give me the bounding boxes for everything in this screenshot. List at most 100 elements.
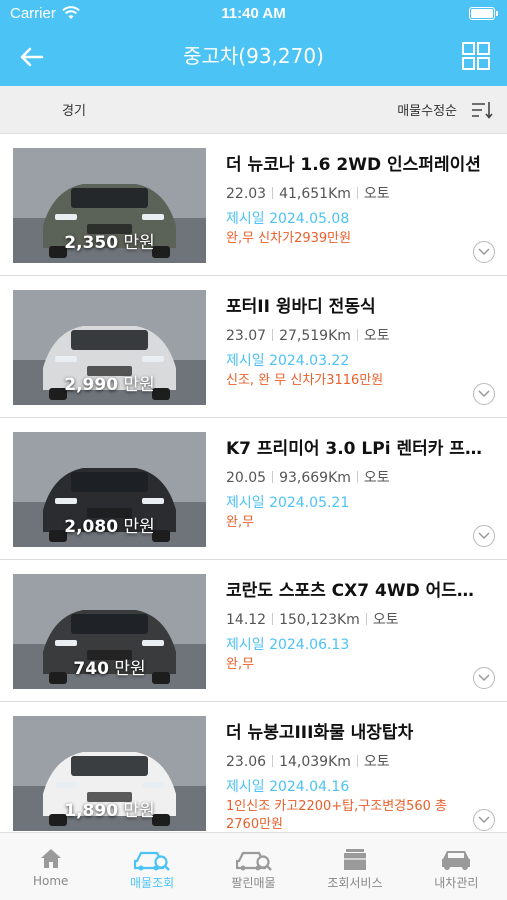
sort-selector[interactable]: 매물수정순: [397, 100, 457, 119]
car-mileage: 93,669Km: [279, 470, 351, 486]
spec-divider: [272, 329, 274, 341]
filter-bar: 경기 매물수정순: [0, 86, 507, 134]
region-filter[interactable]: 경기: [62, 100, 86, 119]
car-search-icon: [134, 851, 170, 871]
car-year: 22.03: [226, 186, 267, 202]
car-year: 23.07: [226, 328, 267, 344]
spec-divider: [272, 755, 274, 767]
car-photo[interactable]: 1,890 만원: [13, 716, 206, 831]
car-list-item[interactable]: 2,080 만원 K7 프리미어 3.0 LPi 렌터카 프레스티지 20.05…: [0, 418, 507, 560]
tab-label: 팔린매물: [231, 876, 276, 890]
spec-divider: [272, 471, 274, 483]
car-mileage: 41,651Km: [279, 186, 351, 202]
spec-divider: [356, 187, 358, 199]
spec-divider: [356, 755, 358, 767]
app-header: Carrier 11:40 AM 중고차(93,270): [0, 0, 507, 86]
car-specs: 20.05 93,669Km 오토: [226, 467, 390, 487]
car-list-item[interactable]: 2,350 만원 더 뉴코나 1.6 2WD 인스퍼레이션 22.03 41,65…: [0, 134, 507, 276]
expand-button[interactable]: [473, 383, 495, 405]
listing-note: 1인신조 카고2200+탑,구조변경560 총2760만원: [226, 799, 448, 832]
car-name[interactable]: 코란도 스포츠 CX7 4WD 어드벤처: [226, 576, 488, 601]
price-unit: 만원: [123, 801, 155, 821]
expand-button[interactable]: [473, 525, 495, 547]
status-bar: Carrier 11:40 AM: [0, 0, 507, 28]
car-year: 23.06: [226, 754, 267, 770]
sort-icon[interactable]: [471, 100, 493, 120]
tab-label: 매물조회: [130, 876, 175, 890]
price-label: 2,080 만원: [13, 512, 206, 537]
my-car-icon: [442, 851, 471, 870]
price-unit: 만원: [123, 517, 155, 537]
car-photo[interactable]: 740 만원: [13, 574, 206, 689]
expand-button[interactable]: [473, 667, 495, 689]
car-mileage: 27,519Km: [279, 328, 351, 344]
car-list: 2,350 만원 더 뉴코나 1.6 2WD 인스퍼레이션 22.03 41,65…: [0, 134, 507, 832]
expand-button[interactable]: [473, 809, 495, 831]
price-value: 1,890: [64, 801, 119, 821]
car-list-item[interactable]: 740 만원 코란도 스포츠 CX7 4WD 어드벤처 14.12 150,123…: [0, 560, 507, 702]
price-value: 2,080: [64, 517, 119, 537]
price-value: 740: [73, 659, 109, 679]
car-name[interactable]: 더 뉴코나 1.6 2WD 인스퍼레이션: [226, 150, 488, 175]
price-value: 2,350: [64, 233, 119, 253]
car-name[interactable]: 더 뉴봉고III화물 내장탑차: [226, 718, 488, 743]
chevron-down-icon: [478, 390, 490, 398]
price-label: 2,990 만원: [13, 370, 206, 395]
grid-view-icon[interactable]: [462, 42, 490, 70]
clock: 11:40 AM: [221, 5, 286, 22]
car-list-item[interactable]: 1,890 만원 더 뉴봉고III화물 내장탑차 23.06 14,039Km 오토…: [0, 702, 507, 832]
car-mileage: 150,123Km: [279, 612, 360, 628]
listing-date: 제시일 2024.05.21: [226, 495, 350, 511]
tab-label: 내차관리: [434, 876, 479, 890]
car-transmission: 오토: [363, 328, 390, 344]
chevron-down-icon: [478, 816, 490, 824]
tab-services[interactable]: 조회서비스: [304, 833, 405, 900]
car-name[interactable]: 포터II 윙바디 전동식: [226, 292, 488, 317]
chevron-down-icon: [478, 674, 490, 682]
tab-label: Home: [32, 874, 69, 888]
spec-divider: [356, 471, 358, 483]
service-icon: [343, 849, 366, 870]
spec-divider: [272, 613, 274, 625]
tab-home[interactable]: Home: [0, 833, 101, 900]
car-photo[interactable]: 2,080 만원: [13, 432, 206, 547]
tab-label: 조회서비스: [327, 876, 383, 890]
car-specs: 14.12 150,123Km 오토: [226, 609, 399, 629]
car-transmission: 오토: [363, 470, 390, 486]
spec-divider: [356, 329, 358, 341]
spec-divider: [272, 187, 274, 199]
listing-note: 신조, 완 무 신차가3116만원: [226, 373, 384, 388]
car-specs: 22.03 41,651Km 오토: [226, 183, 390, 203]
tab-car-search[interactable]: 매물조회: [101, 833, 202, 900]
tab-my-car[interactable]: 내차관리: [406, 833, 507, 900]
nav-bar: 중고차(93,270): [0, 28, 507, 86]
car-name[interactable]: K7 프리미어 3.0 LPi 렌터카 프레스티지: [226, 434, 488, 459]
price-label: 740 만원: [13, 654, 206, 679]
car-list-item[interactable]: 2,990 만원 포터II 윙바디 전동식 23.07 27,519Km 오토 제시…: [0, 276, 507, 418]
tab-bar: Home 매물조회 팔린매물 조회서비스 내차관리: [0, 832, 507, 900]
car-sold-icon: [235, 851, 272, 871]
car-transmission: 오토: [372, 612, 399, 628]
car-year: 14.12: [226, 612, 267, 628]
listing-date: 제시일 2024.05.08: [226, 211, 350, 227]
listing-date: 제시일 2024.06.13: [226, 637, 350, 653]
price-unit: 만원: [114, 659, 146, 679]
car-transmission: 오토: [363, 754, 390, 770]
tab-sold-cars[interactable]: 팔린매물: [203, 833, 304, 900]
car-transmission: 오토: [363, 186, 390, 202]
listing-date: 제시일 2024.04.16: [226, 779, 350, 795]
price-label: 1,890 만원: [13, 796, 206, 821]
car-year: 20.05: [226, 470, 267, 486]
price-unit: 만원: [123, 233, 155, 253]
listing-note: 완,무: [226, 657, 255, 672]
car-mileage: 14,039Km: [279, 754, 351, 770]
home-icon: [40, 849, 61, 868]
car-specs: 23.06 14,039Km 오토: [226, 751, 390, 771]
expand-button[interactable]: [473, 241, 495, 263]
page-title: 중고차(93,270): [183, 44, 324, 68]
battery-icon: [469, 7, 498, 20]
car-photo[interactable]: 2,990 만원: [13, 290, 206, 405]
chevron-down-icon: [478, 532, 490, 540]
car-specs: 23.07 27,519Km 오토: [226, 325, 390, 345]
car-photo[interactable]: 2,350 만원: [13, 148, 206, 263]
